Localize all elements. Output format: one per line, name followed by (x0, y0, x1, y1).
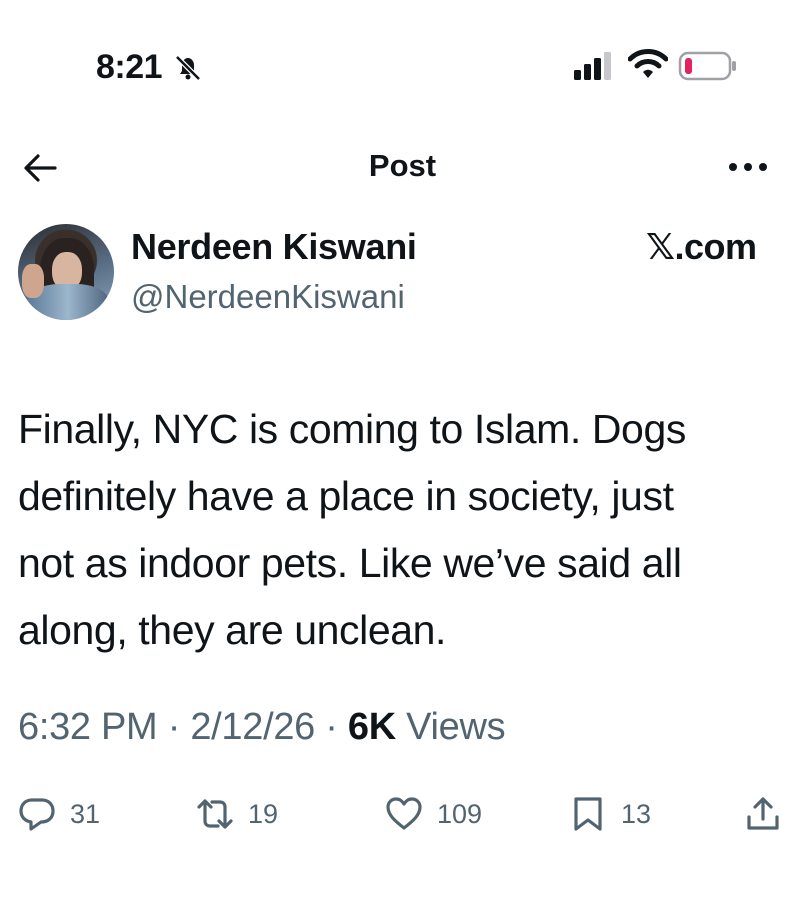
reply-icon (19, 798, 55, 831)
battery-icon (678, 51, 736, 81)
x-com-watermark: 𝕏.com (646, 226, 757, 267)
tweet-meta: 6:32 PM · 2/12/26 · 6K Views (18, 706, 506, 749)
tweet-text: Finally, NYC is coming to Islam. Dogs de… (18, 406, 686, 653)
meta-separator: · (325, 706, 338, 748)
author-handle[interactable]: @NerdeenKiswani (131, 278, 405, 316)
signal-icon (574, 52, 611, 80)
tweet-time: 6:32 PM (18, 706, 158, 748)
like-count: 109 (437, 798, 483, 829)
reply-count: 31 (70, 798, 101, 829)
wifi-icon (628, 49, 668, 78)
share-icon (747, 797, 779, 830)
author-display-name[interactable]: Nerdeen Kiswani (131, 226, 417, 268)
views-label[interactable]: Views (406, 706, 505, 748)
like-button[interactable]: 109 (385, 794, 482, 834)
tweet-date: 2/12/26 (190, 706, 315, 748)
reply-button[interactable]: 31 (18, 794, 100, 834)
share-button[interactable] (744, 794, 782, 834)
page-title: Post (368, 148, 437, 183)
repost-count: 19 (248, 798, 279, 829)
avatar[interactable] (18, 224, 114, 320)
like-icon (386, 797, 422, 830)
views-count[interactable]: 6K (348, 706, 396, 748)
more-icon[interactable] (726, 152, 770, 182)
bookmark-button[interactable]: 13 (569, 794, 651, 834)
bookmark-icon (574, 797, 602, 831)
meta-separator: · (167, 706, 181, 748)
status-time: 8:21 (96, 48, 163, 86)
bookmark-count: 13 (621, 798, 652, 829)
repost-icon (197, 799, 233, 829)
mute-bell-icon (175, 55, 201, 81)
repost-button[interactable]: 19 (196, 794, 278, 834)
